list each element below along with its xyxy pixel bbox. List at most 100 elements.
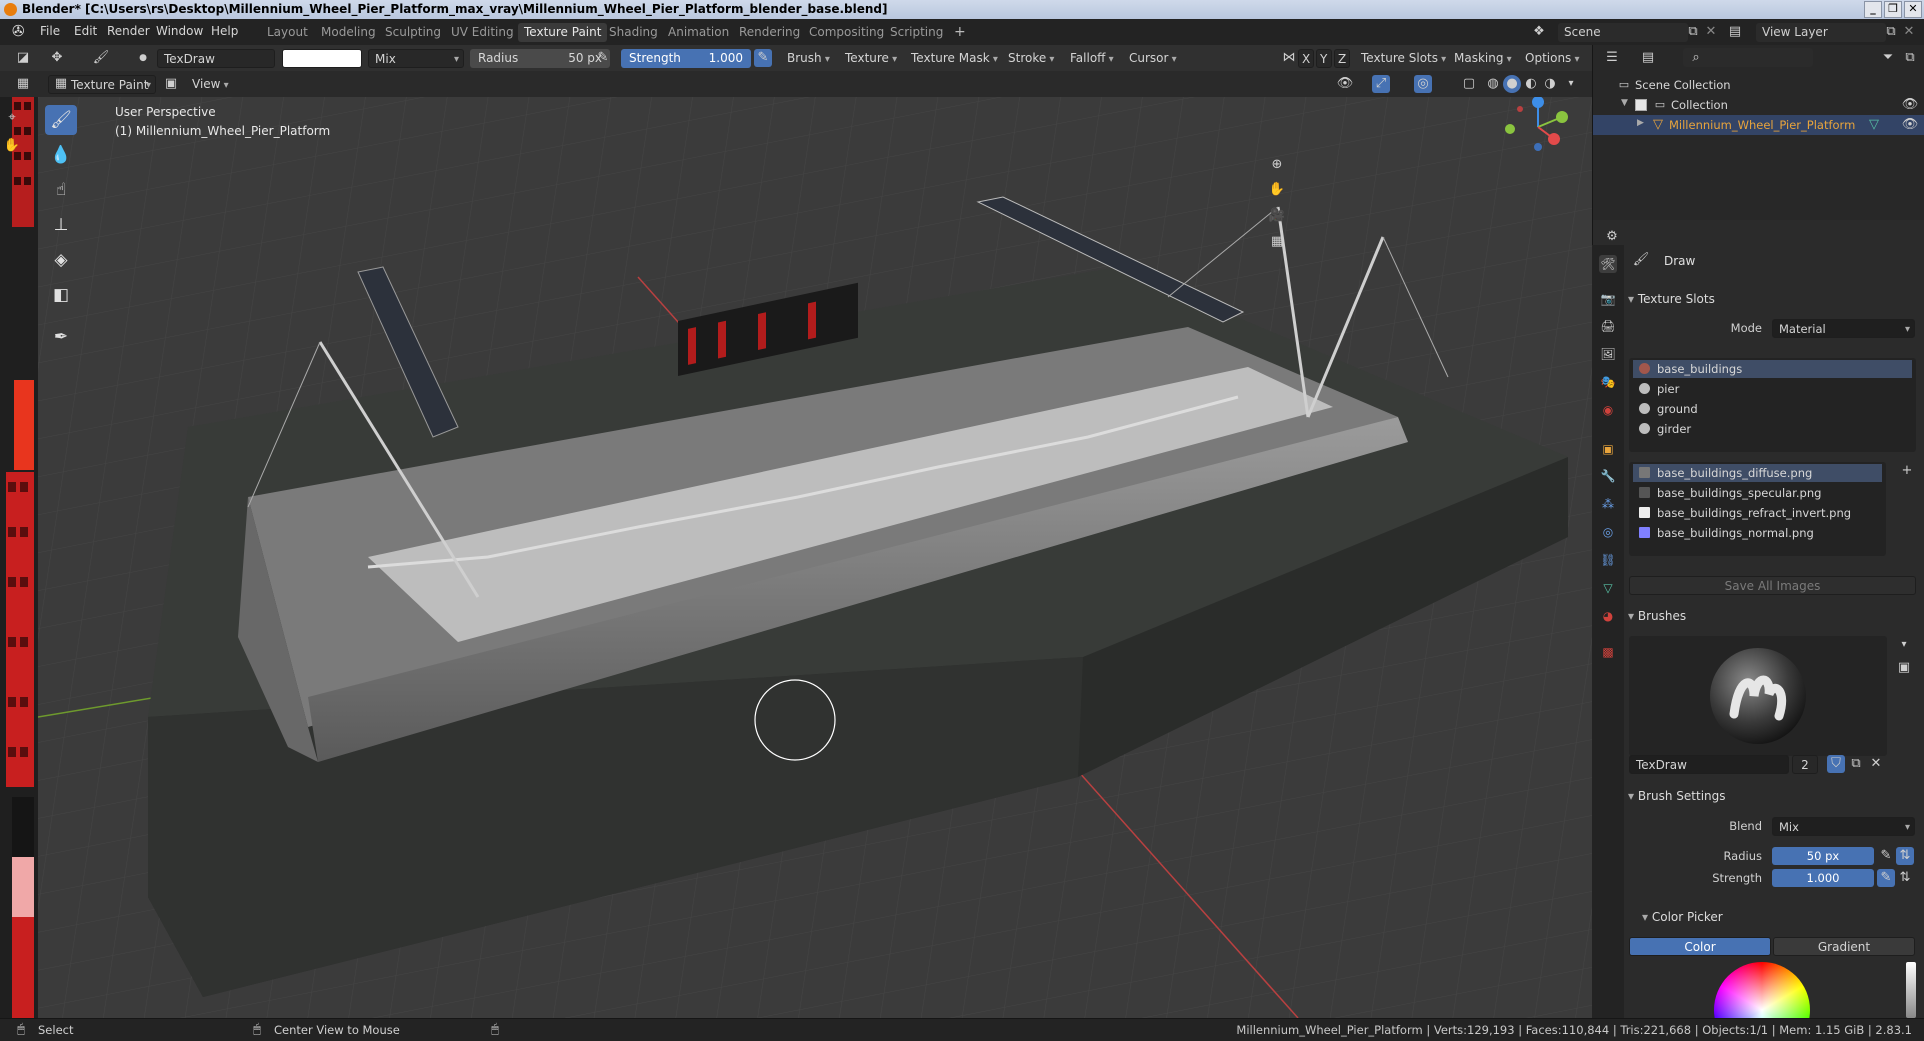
texture-slots-menu[interactable]: Texture Slots (1356, 49, 1451, 68)
shading-options-icon[interactable]: ▾ (1562, 75, 1580, 93)
minimize-button[interactable]: _ (1864, 1, 1882, 18)
physics-tab-icon[interactable]: ◎ (1599, 523, 1617, 541)
new-collection-icon[interactable]: ⧉ (1901, 49, 1919, 67)
modifiers-tab-icon[interactable]: 🔧 (1599, 467, 1617, 485)
list-item[interactable]: pier (1633, 380, 1912, 398)
particles-tab-icon[interactable]: ⁂ (1599, 495, 1617, 513)
fill-tool[interactable]: ◈ (45, 245, 77, 275)
expand-arrow-icon[interactable]: ▼ (1621, 98, 1628, 108)
annotate-tool[interactable]: ✒ (45, 322, 77, 352)
close-button[interactable]: ✕ (1904, 1, 1922, 18)
tab-layout[interactable]: Layout (261, 23, 314, 42)
radius-pressure-icon[interactable]: ✎ (594, 49, 612, 67)
falloff-menu[interactable]: Falloff (1065, 49, 1119, 68)
tab-uv-editing[interactable]: UV Editing (445, 23, 520, 42)
editor-type-icon[interactable]: ◪ (14, 49, 32, 67)
list-item[interactable]: base_buildings_normal.png (1633, 524, 1882, 542)
sample-color-icon[interactable]: ⌖ (3, 109, 21, 127)
tab-animation[interactable]: Animation (662, 23, 735, 42)
radius-unit-icon[interactable]: ⇅ (1896, 847, 1914, 865)
material-tab-icon[interactable]: ◕ (1599, 607, 1617, 625)
color-wheel[interactable] (1714, 962, 1810, 1018)
tab-compositing[interactable]: Compositing (803, 23, 890, 42)
radius-pressure-icon[interactable]: ✎ (1877, 847, 1895, 865)
brush-list-dropdown-icon[interactable]: ▾ (1895, 636, 1913, 654)
color-tab[interactable]: Color (1629, 937, 1771, 956)
menu-render[interactable]: Render (107, 24, 150, 38)
list-item[interactable]: base_buildings (1633, 360, 1912, 378)
outliner-row[interactable]: ▼ ▭ Collection 👁 (1593, 95, 1924, 115)
scene-tab-icon[interactable]: 🎭 (1599, 373, 1617, 391)
brush-blend-dropdown[interactable]: Mix (1772, 817, 1915, 837)
brush-radius-field[interactable]: 50 px (1772, 847, 1874, 865)
expand-arrow-icon[interactable]: ▶ (1637, 118, 1644, 128)
material-shading-icon[interactable]: ◐ (1522, 75, 1540, 93)
eye-icon[interactable]: 👁 (1901, 116, 1919, 134)
properties-editor-icon[interactable]: ⚙ (1603, 228, 1621, 246)
xray-toggle-icon[interactable]: ▢ (1460, 75, 1478, 93)
add-slot-icon[interactable]: + (1898, 462, 1916, 480)
brush-menu[interactable]: Brush (782, 49, 835, 68)
pan-icon[interactable]: ✋ (1268, 181, 1286, 199)
draw-tool[interactable]: 🖌 (45, 105, 77, 135)
list-item[interactable]: girder (1633, 420, 1912, 438)
smear-tool[interactable]: ☝ (45, 175, 77, 205)
clone-tool[interactable]: ⊥ (45, 210, 77, 240)
strength-unit-icon[interactable]: ⇅ (1896, 869, 1914, 887)
texture-tab-icon[interactable]: ▩ (1599, 643, 1617, 661)
world-tab-icon[interactable]: ◉ (1599, 401, 1617, 419)
pan-hand-icon[interactable]: ✋ (3, 137, 21, 155)
brush-name-input[interactable]: TexDraw (1629, 755, 1789, 774)
slot-mode-dropdown[interactable]: Material (1772, 319, 1915, 339)
mirror-y-toggle[interactable]: Y (1316, 49, 1332, 68)
navigation-gizmo[interactable] (1498, 97, 1578, 167)
options-menu[interactable]: Options (1520, 49, 1585, 68)
blender-menu-icon[interactable]: ✇ (12, 22, 25, 40)
view-layer-tab-icon[interactable]: 🖼 (1599, 345, 1617, 363)
cursor-menu[interactable]: Cursor (1124, 49, 1182, 68)
new-view-layer-icon[interactable]: ⧉ (1882, 23, 1900, 41)
menu-window[interactable]: Window (156, 24, 203, 38)
display-mode-icon[interactable]: ▤ (1639, 49, 1657, 67)
soften-tool[interactable]: 💧 (45, 140, 77, 170)
brush-strength-field[interactable]: 1.000 (1772, 869, 1874, 887)
scene-selector[interactable]: Scene (1558, 23, 1688, 42)
tool-settings-icon[interactable]: ✥ (48, 49, 66, 67)
color-picker-header[interactable]: Color Picker (1642, 906, 1723, 928)
menu-file[interactable]: File (40, 24, 60, 38)
unlink-brush-icon[interactable]: ✕ (1867, 755, 1885, 773)
brush-color-swatch[interactable] (282, 49, 362, 68)
mask-toggle-icon[interactable]: ▣ (162, 75, 180, 93)
brushes-header[interactable]: Brushes (1628, 605, 1686, 627)
duplicate-brush-icon[interactable]: ⧉ (1847, 755, 1865, 773)
add-workspace-button[interactable]: + (948, 23, 972, 42)
filter-icon[interactable]: ⏷ (1879, 49, 1897, 67)
tab-sculpting[interactable]: Sculpting (379, 23, 447, 42)
brush-preview-icon-button[interactable]: ▣ (1895, 659, 1913, 677)
view-menu[interactable]: View (187, 75, 234, 94)
tab-modeling[interactable]: Modeling (315, 23, 382, 42)
list-item[interactable]: base_buildings_refract_invert.png (1633, 504, 1882, 522)
masking-menu[interactable]: Masking (1449, 49, 1517, 68)
stroke-menu[interactable]: Stroke (1003, 49, 1059, 68)
menu-help[interactable]: Help (211, 24, 238, 38)
strength-slider[interactable]: Strength 1.000 (621, 49, 751, 68)
mirror-x-toggle[interactable]: X (1298, 49, 1314, 68)
brush-preview[interactable] (1629, 636, 1887, 756)
render-tab-icon[interactable]: 📷 (1599, 290, 1617, 308)
new-scene-icon[interactable]: ⧉ (1684, 23, 1702, 41)
gizmo-toggle-icon[interactable]: ⤢ (1372, 75, 1390, 93)
strength-pressure-icon[interactable]: ✎ (1877, 869, 1895, 887)
texture-mask-menu[interactable]: Texture Mask (906, 49, 1003, 68)
view-layer-selector[interactable]: View Layer (1756, 23, 1886, 42)
camera-view-icon[interactable]: 🎥 (1268, 207, 1286, 225)
outliner-row[interactable]: ▭ Scene Collection (1593, 75, 1924, 95)
menu-edit[interactable]: Edit (74, 24, 97, 38)
ortho-toggle-icon[interactable]: ▦ (1268, 233, 1286, 251)
tab-rendering[interactable]: Rendering (733, 23, 806, 42)
constraints-tab-icon[interactable]: ⛓ (1599, 551, 1617, 569)
texture-slots-header[interactable]: Texture Slots (1628, 288, 1715, 310)
rendered-shading-icon[interactable]: ◑ (1541, 75, 1559, 93)
brush-users-count[interactable]: 2 (1792, 755, 1818, 774)
remove-scene-icon[interactable]: ✕ (1702, 23, 1720, 41)
